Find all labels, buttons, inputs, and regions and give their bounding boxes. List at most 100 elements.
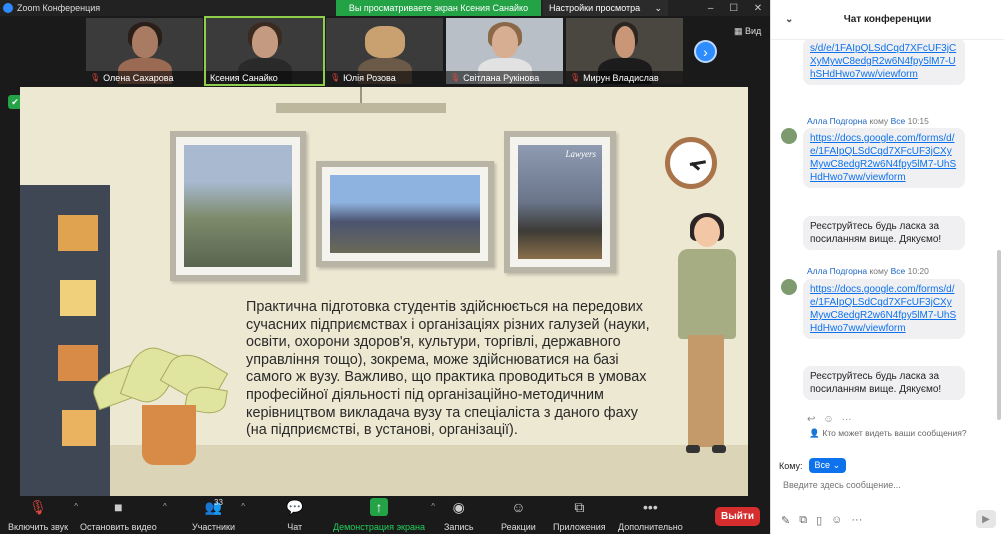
recipient-row: Кому: Все ⌄ [779, 458, 847, 473]
head-shape [694, 217, 720, 247]
message-header: Алла Подгорна кому Все 10:20 [807, 266, 929, 276]
participant-name: Ксения Санайко [210, 72, 278, 83]
share-screen-label: Демонстрация экрана [333, 522, 425, 532]
send-button[interactable]: ▶ [976, 510, 996, 528]
participant-tile[interactable]: Ксения Санайко [204, 16, 325, 86]
view-button[interactable]: ▦ Вид [734, 26, 761, 37]
caret-up-icon[interactable]: ^ [241, 502, 245, 511]
message-to-word: кому [869, 266, 889, 276]
minimize-icon[interactable]: – [708, 3, 714, 14]
smiley-icon: ☺ [511, 499, 526, 515]
face-shape [131, 26, 158, 58]
participant-tile[interactable]: 🎙 Мирун Владислав [566, 18, 683, 84]
window-title: Zoom Конференция [17, 3, 101, 13]
participant-name-bar: 🎙 Світлана Рукінова [446, 71, 563, 84]
participant-name: Світлана Рукінова [463, 72, 540, 83]
share-screen-button[interactable]: ↑ Демонстрация экрана ^ [333, 498, 435, 532]
chat-header: ⌄ Чат конференции [771, 0, 1004, 40]
maximize-icon[interactable]: ☐ [729, 3, 738, 14]
close-icon[interactable]: ✕ [754, 3, 762, 14]
group-photo [330, 175, 480, 253]
send-icon: ▶ [982, 513, 990, 525]
message-sender: Алла Подгорна [807, 266, 868, 276]
apps-button[interactable]: ⧉ Приложения [553, 498, 606, 532]
participants-label: Участники [192, 522, 235, 532]
trousers-shape [688, 335, 724, 447]
book [58, 345, 98, 381]
students-photo [184, 145, 292, 267]
chat-link[interactable]: https://docs.google.com/forms/d/e/1FAIpQ… [810, 133, 956, 183]
message-sender: Алла Подгорна [807, 116, 868, 126]
lamp-cord [360, 87, 362, 103]
chat-link[interactable]: https://docs.google.com/forms/d/e/1FAIpQ… [810, 284, 956, 334]
photo-caption: Lawyers [565, 149, 596, 159]
chat-link[interactable]: s/d/e/1FAIpQLSdCqd7XFcUF3jCXyMywC8edgR2w… [810, 43, 956, 80]
message-to-word: кому [869, 116, 889, 126]
file-icon[interactable]: ▯ [816, 514, 822, 527]
avatar [781, 279, 797, 295]
more-dots-icon[interactable]: ··· [842, 414, 852, 425]
screenshot-icon[interactable]: ✎ [781, 514, 790, 527]
mic-muted-icon: 🎙 [29, 499, 47, 515]
participant-tile[interactable]: 🎙 Олена Сахарова [86, 18, 203, 84]
share-arrow-icon: ↑ [369, 498, 388, 516]
stop-video-button[interactable]: ■ Остановить видео ^ [80, 498, 167, 532]
chat-message-bubble: Реєструйтесь будь ласка за посиланням ви… [803, 216, 965, 250]
participant-name-bar: Ксения Санайко [206, 71, 323, 84]
caret-up-icon[interactable]: ^ [74, 502, 78, 511]
more-button[interactable]: ••• Дополнительно [618, 498, 683, 532]
chevron-down-icon: ⌄ [654, 2, 662, 13]
next-page-button[interactable]: › [694, 40, 717, 63]
share-banner-text: Вы просматриваете экран Ксения Санайко [348, 3, 529, 13]
chat-button[interactable]: 💬 Чат [286, 498, 303, 532]
recipient-label: Кому: [779, 460, 803, 471]
record-icon: ◉ [452, 499, 465, 515]
participant-name: Мирун Владислав [583, 72, 659, 83]
face-shape [491, 26, 518, 58]
chat-panel: ⌄ Чат конференции s/d/e/1FAIpQLSdCqd7XFc… [770, 0, 1004, 534]
apps-label: Приложения [553, 522, 606, 532]
recipient-select[interactable]: Все ⌄ [808, 458, 847, 473]
chat-message-text: Реєструйтесь будь ласка за посиланням ви… [810, 371, 942, 395]
message-recipient: Все [890, 266, 906, 276]
participant-name: Олена Сахарова [103, 72, 174, 83]
chat-message-bubble: https://docs.google.com/forms/d/e/1FAIpQ… [803, 128, 965, 188]
more-label: Дополнительно [618, 522, 683, 532]
chat-title: Чат конференции [843, 14, 932, 25]
caret-up-icon[interactable]: ^ [163, 502, 167, 511]
chat-tools: ✎ ⧉ ▯ ☺ ··· [781, 514, 862, 527]
record-label: Запись [444, 522, 474, 532]
participant-tile[interactable]: 🎙 Юлія Розова [326, 18, 443, 84]
leave-button[interactable]: Выйти [715, 507, 760, 526]
who-can-see-link[interactable]: 👤 Кто может видеть ваши сообщения? [771, 428, 1004, 439]
meeting-toolbar: 🎙 Включить звук ^ ■ Остановить видео ^ 👥… [0, 496, 770, 534]
chat-scrollbar[interactable] [997, 250, 1001, 420]
more-dots-icon[interactable]: ··· [851, 514, 862, 527]
floor [20, 445, 748, 496]
bookshelf [20, 185, 110, 496]
participant-strip: 🎙 Олена Сахарова Ксения Санайко 🎙 Юлія Роз… [0, 16, 770, 86]
message-actions: ↩ ☺ ··· [807, 414, 852, 425]
mic-muted-icon: 🎙 [330, 73, 341, 82]
code-icon[interactable]: ⧉ [799, 514, 807, 527]
participant-tile[interactable]: 🎙 Світлана Рукінова [446, 18, 563, 84]
mic-muted-icon: 🎙 [450, 73, 461, 82]
unmute-button[interactable]: 🎙 Включить звук ^ [8, 498, 78, 532]
chat-messages[interactable]: s/d/e/1FAIpQLSdCqd7XFcUF3jCXyMywC8edgR2w… [771, 40, 1004, 425]
mic-muted-icon: 🎙 [90, 73, 101, 82]
grid-icon: ▦ [734, 26, 743, 36]
reply-icon[interactable]: ↩ [807, 414, 815, 425]
participants-button[interactable]: 👥 33 Участники ^ [192, 498, 245, 532]
caret-up-icon[interactable]: ^ [431, 502, 435, 511]
chevron-down-icon[interactable]: ⌄ [785, 14, 793, 25]
record-button[interactable]: ◉ Запись [444, 498, 474, 532]
reactions-button[interactable]: ☺ Реакции [501, 498, 536, 532]
chat-message-input[interactable] [783, 480, 993, 490]
emoji-icon[interactable]: ☺ [831, 514, 842, 527]
window-controls: – ☐ ✕ [700, 0, 770, 16]
emoji-icon[interactable]: ☺ [823, 414, 833, 425]
view-options-button[interactable]: Настройки просмотра ⌄ [543, 0, 668, 16]
book [60, 280, 96, 316]
reactions-label: Реакции [501, 522, 536, 532]
participant-name-bar: 🎙 Юлія Розова [326, 71, 443, 84]
